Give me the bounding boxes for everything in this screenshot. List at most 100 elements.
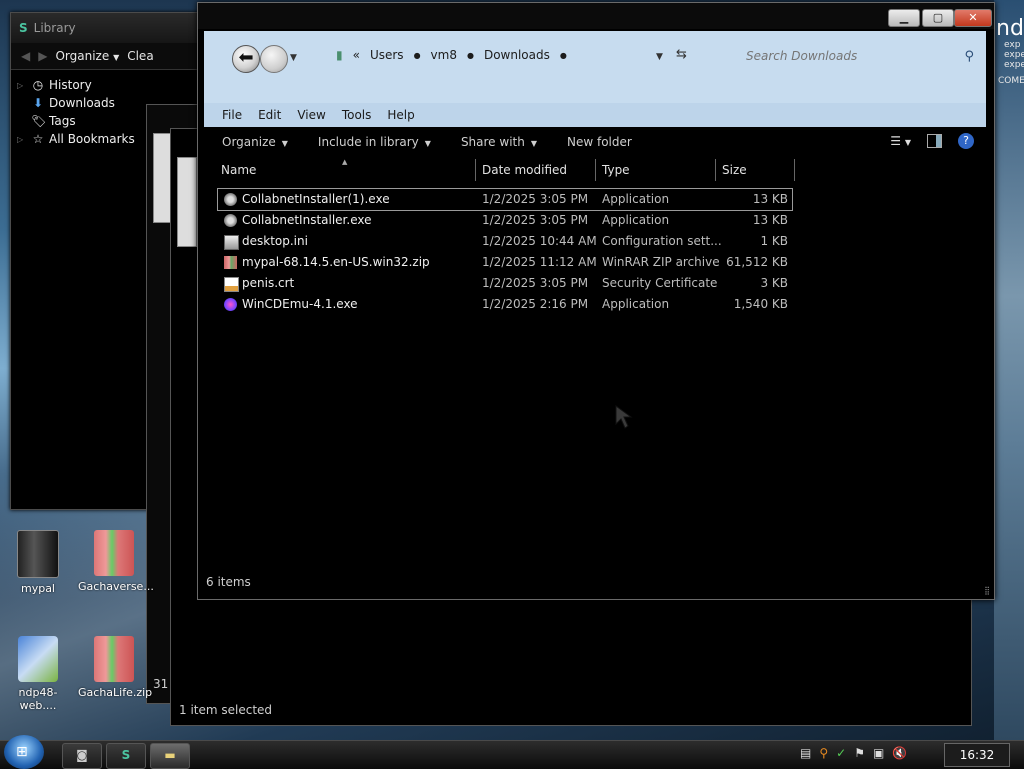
breadcrumb-vm8[interactable]: vm8 (431, 48, 457, 62)
library-titlebar[interactable]: S Library (11, 13, 203, 43)
taskbar-button-explorer[interactable]: ◙ (62, 743, 102, 769)
winrar-archive-icon (224, 256, 237, 269)
search-input[interactable] (744, 48, 948, 64)
column-headers: ▲ Name Date modified Type Size (218, 158, 798, 183)
column-header-size[interactable]: Size (722, 163, 747, 177)
desktop-icon-ndp48[interactable]: ndp48-web.... (2, 636, 74, 712)
column-divider[interactable] (794, 159, 795, 181)
network-icon[interactable]: ▣ (873, 746, 884, 760)
wincdemu-app-icon (224, 298, 237, 311)
file-date: 1/2/2025 11:12 AM (482, 255, 597, 269)
explorer-icon: ◙ (76, 748, 88, 762)
file-name: desktop.ini (242, 234, 308, 248)
column-header-type[interactable]: Type (602, 163, 630, 177)
address-history-dropdown[interactable]: ▼ (656, 52, 663, 62)
minimize-button[interactable]: ▁ (888, 9, 920, 27)
wallpaper-brand-text: ndo (996, 16, 1024, 41)
desktop-icon-gachaverse[interactable]: Gachaverse... (78, 530, 154, 593)
menu-help[interactable]: Help (387, 108, 414, 122)
preview-pane-icon[interactable] (927, 134, 942, 148)
breadcrumb-separator[interactable]: ● (467, 51, 474, 60)
tag-icon: 🏷 (31, 114, 47, 128)
breadcrumb-separator[interactable]: ● (560, 51, 567, 60)
breadcrumb-separator[interactable]: ● (414, 51, 421, 60)
security-tray-icon[interactable]: ✓ (836, 746, 846, 760)
library-clear-button[interactable]: Clea (127, 49, 153, 63)
file-row[interactable]: CollabnetInstaller(1).exe 1/2/2025 3:05 … (217, 188, 793, 211)
file-row[interactable]: penis.crt 1/2/2025 3:05 PM Security Cert… (218, 273, 792, 294)
taskbar-clock[interactable]: 16:32 (944, 743, 1010, 767)
action-center-flag-icon[interactable]: ⚑ (854, 746, 865, 760)
menu-view[interactable]: View (297, 108, 325, 122)
back-arrow-icon[interactable]: ◀ (21, 49, 30, 63)
file-size: 3 KB (760, 276, 788, 290)
expand-arrow-icon[interactable]: ▷ (17, 81, 27, 90)
column-divider[interactable] (715, 159, 716, 181)
tray-app-icon[interactable]: ▤ (800, 746, 811, 760)
wallpaper-tagline: expe (1004, 60, 1024, 70)
breadcrumb-downloads[interactable]: Downloads (484, 48, 550, 62)
config-file-icon (224, 235, 239, 250)
start-button[interactable]: ⊞ (4, 735, 44, 769)
wallpaper-tagline: exp (1004, 40, 1021, 50)
breadcrumb-users[interactable]: Users (370, 48, 404, 62)
file-date: 1/2/2025 10:44 AM (482, 234, 597, 248)
include-in-library-button[interactable]: Include in library ▼ (318, 135, 431, 149)
taskbar-button-folder[interactable]: ▬ (150, 743, 190, 769)
menu-edit[interactable]: Edit (258, 108, 281, 122)
file-type: Application (602, 297, 670, 311)
mypal-app-icon (17, 530, 59, 578)
menu-tools[interactable]: Tools (342, 108, 372, 122)
file-row[interactable]: mypal-68.14.5.en-US.win32.zip 1/2/2025 1… (218, 252, 792, 273)
search-tray-icon[interactable]: ⚲ (819, 746, 828, 760)
search-icon[interactable]: ⚲ (964, 49, 974, 64)
file-row[interactable]: CollabnetInstaller.exe 1/2/2025 3:05 PM … (218, 210, 792, 231)
close-button[interactable]: ✕ (954, 9, 992, 27)
file-size: 1,540 KB (733, 297, 788, 311)
maximize-button[interactable]: ▢ (922, 9, 954, 27)
expand-arrow-icon[interactable]: ▷ (17, 135, 27, 144)
back-arrow-icon: ⬅ (238, 47, 254, 68)
share-with-button[interactable]: Share with ▼ (461, 135, 537, 149)
file-date: 1/2/2025 3:05 PM (482, 192, 589, 206)
recent-pages-dropdown[interactable]: ▼ (290, 53, 297, 63)
desktop-icon-label: Gachaverse... (78, 580, 154, 593)
column-header-name[interactable]: Name (221, 163, 256, 177)
file-size: 13 KB (752, 192, 788, 206)
tree-item-label: Tags (49, 114, 76, 128)
folder-icon: ▬ (164, 748, 176, 762)
help-icon[interactable]: ? (958, 133, 974, 149)
tree-item-label: All Bookmarks (49, 132, 135, 146)
file-row[interactable]: WinCDEmu-4.1.exe 1/2/2025 2:16 PM Applic… (218, 294, 792, 315)
wallpaper-tagline: expe (1004, 50, 1024, 60)
forward-arrow-icon[interactable]: ▶ (38, 49, 47, 63)
desktop-icon-mypal[interactable]: mypal (2, 530, 74, 595)
column-header-date[interactable]: Date modified (482, 163, 567, 177)
column-divider[interactable] (475, 159, 476, 181)
view-options-icon[interactable]: ☰ ▼ (890, 134, 911, 148)
explorer-titlebar[interactable]: ▁ ▢ ✕ (198, 3, 994, 29)
resize-grip-icon[interactable]: ⣿ (984, 586, 990, 595)
explorer-window[interactable]: ▁ ▢ ✕ ⬅ ▼ ▮ « Users ● vm8 ● Downloads ● … (197, 2, 995, 600)
library-organize-button[interactable]: Organize ▼ (55, 49, 119, 63)
taskbar-button-library[interactable]: S (106, 743, 146, 769)
tree-item-history[interactable]: ▷ ◷ History (17, 76, 203, 94)
volume-muted-icon[interactable]: 🔇 (892, 746, 907, 760)
column-divider[interactable] (595, 159, 596, 181)
new-folder-button[interactable]: New folder (567, 135, 632, 149)
tree-item-label: History (49, 78, 92, 92)
desktop-icon-gachalife[interactable]: GachaLife.zip (78, 636, 152, 699)
winrar-archive-icon (94, 530, 134, 576)
refresh-icon[interactable]: ⇆ (676, 47, 687, 62)
file-list: CollabnetInstaller(1).exe 1/2/2025 3:05 … (217, 188, 793, 315)
breadcrumb-overflow[interactable]: « (353, 48, 360, 62)
forward-button[interactable] (260, 45, 288, 73)
back-button[interactable]: ⬅ (232, 45, 260, 73)
exe-installer-icon (224, 193, 237, 206)
menu-file[interactable]: File (222, 108, 242, 122)
search-box[interactable]: ⚲ (744, 48, 974, 68)
file-row[interactable]: desktop.ini 1/2/2025 10:44 AM Configurat… (218, 231, 792, 252)
file-name: mypal-68.14.5.en-US.win32.zip (242, 255, 430, 269)
sort-ascending-icon: ▲ (342, 158, 348, 166)
organize-button[interactable]: Organize ▼ (222, 135, 288, 149)
